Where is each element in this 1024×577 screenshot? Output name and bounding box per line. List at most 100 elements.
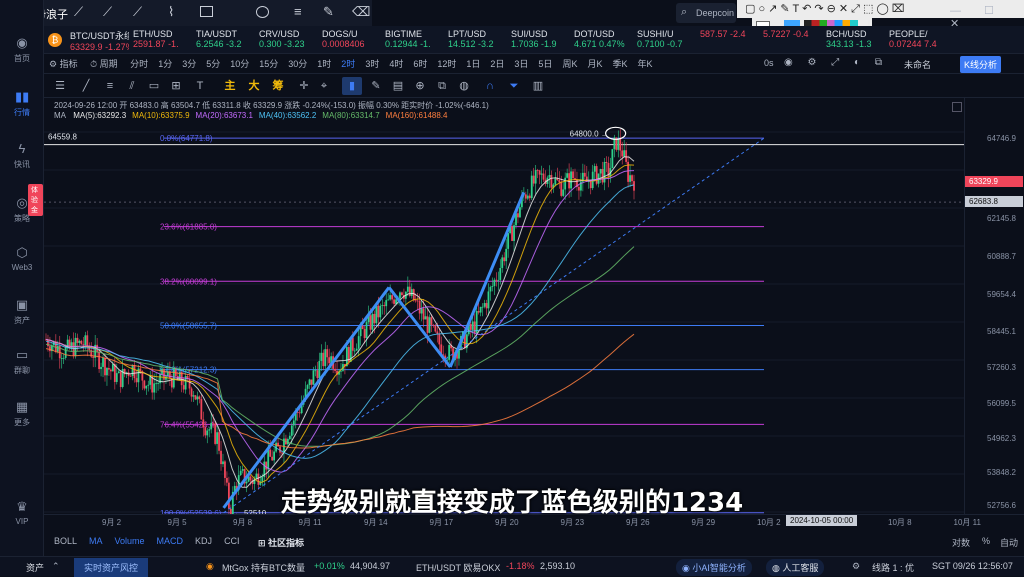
ticker-item[interactable]: BTC/USDT永续63329.9 -1.27% — [66, 26, 129, 53]
timeframe-button[interactable]: 15分 — [254, 54, 283, 74]
bookmark-icon[interactable]: ▮ — [342, 77, 362, 95]
ticker-item[interactable]: BCH/USD 343.13 -1.3 — [822, 26, 885, 53]
draw-tool-icon[interactable]: ⟋ — [74, 4, 83, 20]
timeframe-button[interactable]: 4时 — [384, 54, 408, 74]
horizontal-line-icon[interactable]: ≡ — [100, 77, 120, 95]
sidebar-item-home[interactable]: ◉ 首页 — [0, 36, 44, 64]
ticker-item[interactable]: SUSHI/U 0.7100 -0.7 — [633, 26, 696, 53]
timeframe-button[interactable]: 30分 — [283, 54, 312, 74]
timeframe-button[interactable]: 月K — [582, 54, 607, 74]
sidebar-item-more[interactable]: ▦ 更多 — [0, 400, 44, 428]
chip-distribution-button[interactable]: 筹 — [270, 77, 286, 95]
big-order-button[interactable]: 大 — [246, 77, 262, 95]
risk-control-button[interactable]: 实时资产风控 — [74, 558, 149, 577]
support-button[interactable]: ◍ 人工客服 — [766, 559, 825, 576]
timeframe-button[interactable]: 3分 — [177, 54, 201, 74]
circle-tool-icon[interactable] — [256, 6, 269, 18]
indicator-button[interactable]: MACD — [157, 536, 184, 546]
ticker-item[interactable]: DOGS/U 0.0008406 — [318, 26, 381, 53]
chart-settings-icons[interactable]: ◉ ⚙ ⤢ ◐ ⧉ — [784, 57, 888, 68]
auto-scale-toggle[interactable]: 自动 — [1000, 536, 1018, 549]
zoom-icon[interactable]: ⊕ — [410, 77, 430, 95]
palette-tool-icon[interactable]: ▢ ○ ↗ ✎ T ↶ ↷ ⊖ ✕ ⤢ ⬚ ◯ ⌧ — [745, 2, 905, 16]
menu-icon[interactable]: ☰ — [50, 77, 70, 95]
filter-icon[interactable]: ⏷ — [504, 77, 524, 95]
sidebar-item-assets[interactable]: ▣ 资产 — [0, 298, 44, 326]
indicators-button[interactable]: ⚙ 指标 — [44, 54, 83, 74]
timeframe-button[interactable]: 5日 — [533, 54, 557, 74]
sidebar-item-strategy[interactable]: ◎ 策略 — [0, 196, 44, 224]
fib-tool-icon[interactable]: ≡ — [294, 4, 302, 19]
copy-icon[interactable]: ⧉ — [432, 77, 452, 95]
indicator-button[interactable]: KDJ — [195, 536, 212, 546]
trash-icon[interactable]: ▥ — [528, 77, 548, 95]
ticker-item[interactable]: PEOPLE/0.07244 7.4 — [885, 26, 948, 53]
kline-analysis-button[interactable]: K线分析 — [960, 56, 1002, 73]
indicator-button[interactable]: Volume — [115, 536, 145, 546]
community-indicators[interactable]: ⊞ 社区指标 — [258, 536, 304, 549]
crosshair-icon[interactable]: ✛ — [294, 77, 314, 95]
ai-analysis-button[interactable]: ◉ 小AI智能分析 — [676, 559, 752, 576]
main-chart-button[interactable]: 主 — [222, 77, 238, 95]
timeframe-button[interactable]: 10分 — [225, 54, 254, 74]
price-chart[interactable]: 0.0%(64771.8) 23.6%(61885.0) 38.2%(60099.1… — [44, 122, 964, 514]
ticker-item[interactable]: 5.7227 -0.4 — [759, 26, 822, 53]
measure-icon[interactable]: ⌖ — [314, 77, 334, 95]
period-button[interactable]: ⏱ 周期 — [85, 54, 123, 74]
ticker-item[interactable]: TIA/USDT 6.2546 -3.2 — [192, 26, 255, 53]
sidebar-item-market[interactable]: ▮▮ 行情 — [0, 90, 44, 118]
search-box[interactable]: ⌕ Deepcoin — [676, 3, 736, 23]
timeframe-button[interactable]: 12时 — [432, 54, 461, 74]
timeframe-button[interactable]: 周K — [557, 54, 582, 74]
maximize-chart-icon[interactable] — [952, 102, 962, 112]
indicator-button[interactable]: MA — [89, 536, 103, 546]
ray-icon[interactable]: ⟋ — [133, 4, 142, 20]
timeframe-button[interactable]: 季K — [607, 54, 632, 74]
sound-icon[interactable]: ◉ — [206, 561, 214, 572]
sidebar-item-news[interactable]: ϟ 快讯 — [0, 142, 44, 170]
assets-link[interactable]: 资产 — [26, 561, 44, 574]
fib-icon[interactable]: ⊞ — [166, 77, 186, 95]
indicator-button[interactable]: BOLL — [54, 536, 77, 546]
eraser-icon[interactable]: ⌫ — [352, 4, 370, 20]
ticker-item[interactable]: ETH/USD 2591.87 -1. — [129, 26, 192, 53]
log-scale-toggle[interactable]: 对数 — [952, 536, 970, 549]
ticker-item[interactable]: 587.57 -2.4 — [696, 26, 759, 53]
timeframe-button[interactable]: 5分 — [201, 54, 225, 74]
ticker-item[interactable]: CRV/USD 0.300 -3.23 — [255, 26, 318, 53]
rectangle-tool-icon[interactable] — [200, 6, 213, 17]
timeframe-button[interactable]: 分时 — [125, 54, 153, 74]
percent-toggle[interactable]: % — [982, 536, 990, 546]
text-icon[interactable]: T — [190, 77, 210, 95]
camera-icon[interactable]: ◍ — [454, 77, 474, 95]
trend-line-icon[interactable]: ⟋ — [103, 4, 112, 20]
indicator-button[interactable]: CCI — [224, 536, 240, 546]
layout-name[interactable]: 未命名 — [904, 58, 931, 71]
search-input[interactable]: Deepcoin — [696, 8, 734, 18]
timeframe-button[interactable]: 2日 — [485, 54, 509, 74]
magnet-icon[interactable]: ∩ — [480, 77, 500, 95]
timeframe-button[interactable]: 6时 — [408, 54, 432, 74]
note-icon[interactable]: ▤ — [388, 77, 408, 95]
timeframe-button[interactable]: 1日 — [461, 54, 485, 74]
path-icon[interactable]: ⌇ — [168, 4, 174, 20]
timeframe-button[interactable]: 1时 — [312, 54, 336, 74]
ticker-item[interactable]: BIGTIME 0.12944 -1. — [381, 26, 444, 53]
trend-line-icon[interactable]: ╱ — [76, 77, 96, 95]
settings-icon[interactable]: ⚙ — [852, 561, 860, 572]
timeframe-button[interactable]: 3日 — [509, 54, 533, 74]
sidebar-item-chat[interactable]: ▭ 群聊 — [0, 348, 44, 376]
parallel-channel-icon[interactable]: ⫽ — [122, 77, 142, 95]
timeframe-button[interactable]: 1分 — [153, 54, 177, 74]
expand-icon[interactable]: ⌃ — [52, 561, 60, 572]
timeframe-button[interactable]: 3时 — [360, 54, 384, 74]
ticker-item[interactable]: LPT/USD 14.512 -3.2 — [444, 26, 507, 53]
rectangle-icon[interactable]: ▭ — [144, 77, 164, 95]
ticker-item[interactable]: SUI/USD 1.7036 -1.9 — [507, 26, 570, 53]
ticker-item[interactable]: DOT/USD 4.671 0.47% — [570, 26, 633, 53]
timeframe-button[interactable]: 2时 — [336, 54, 360, 74]
timeframe-button[interactable]: 年K — [632, 54, 657, 74]
ruler-icon[interactable]: ✎ — [366, 77, 386, 95]
pen-tool-icon[interactable]: ✎ — [323, 4, 334, 20]
sidebar-item-web3[interactable]: ⬡ Web3 — [0, 246, 44, 273]
